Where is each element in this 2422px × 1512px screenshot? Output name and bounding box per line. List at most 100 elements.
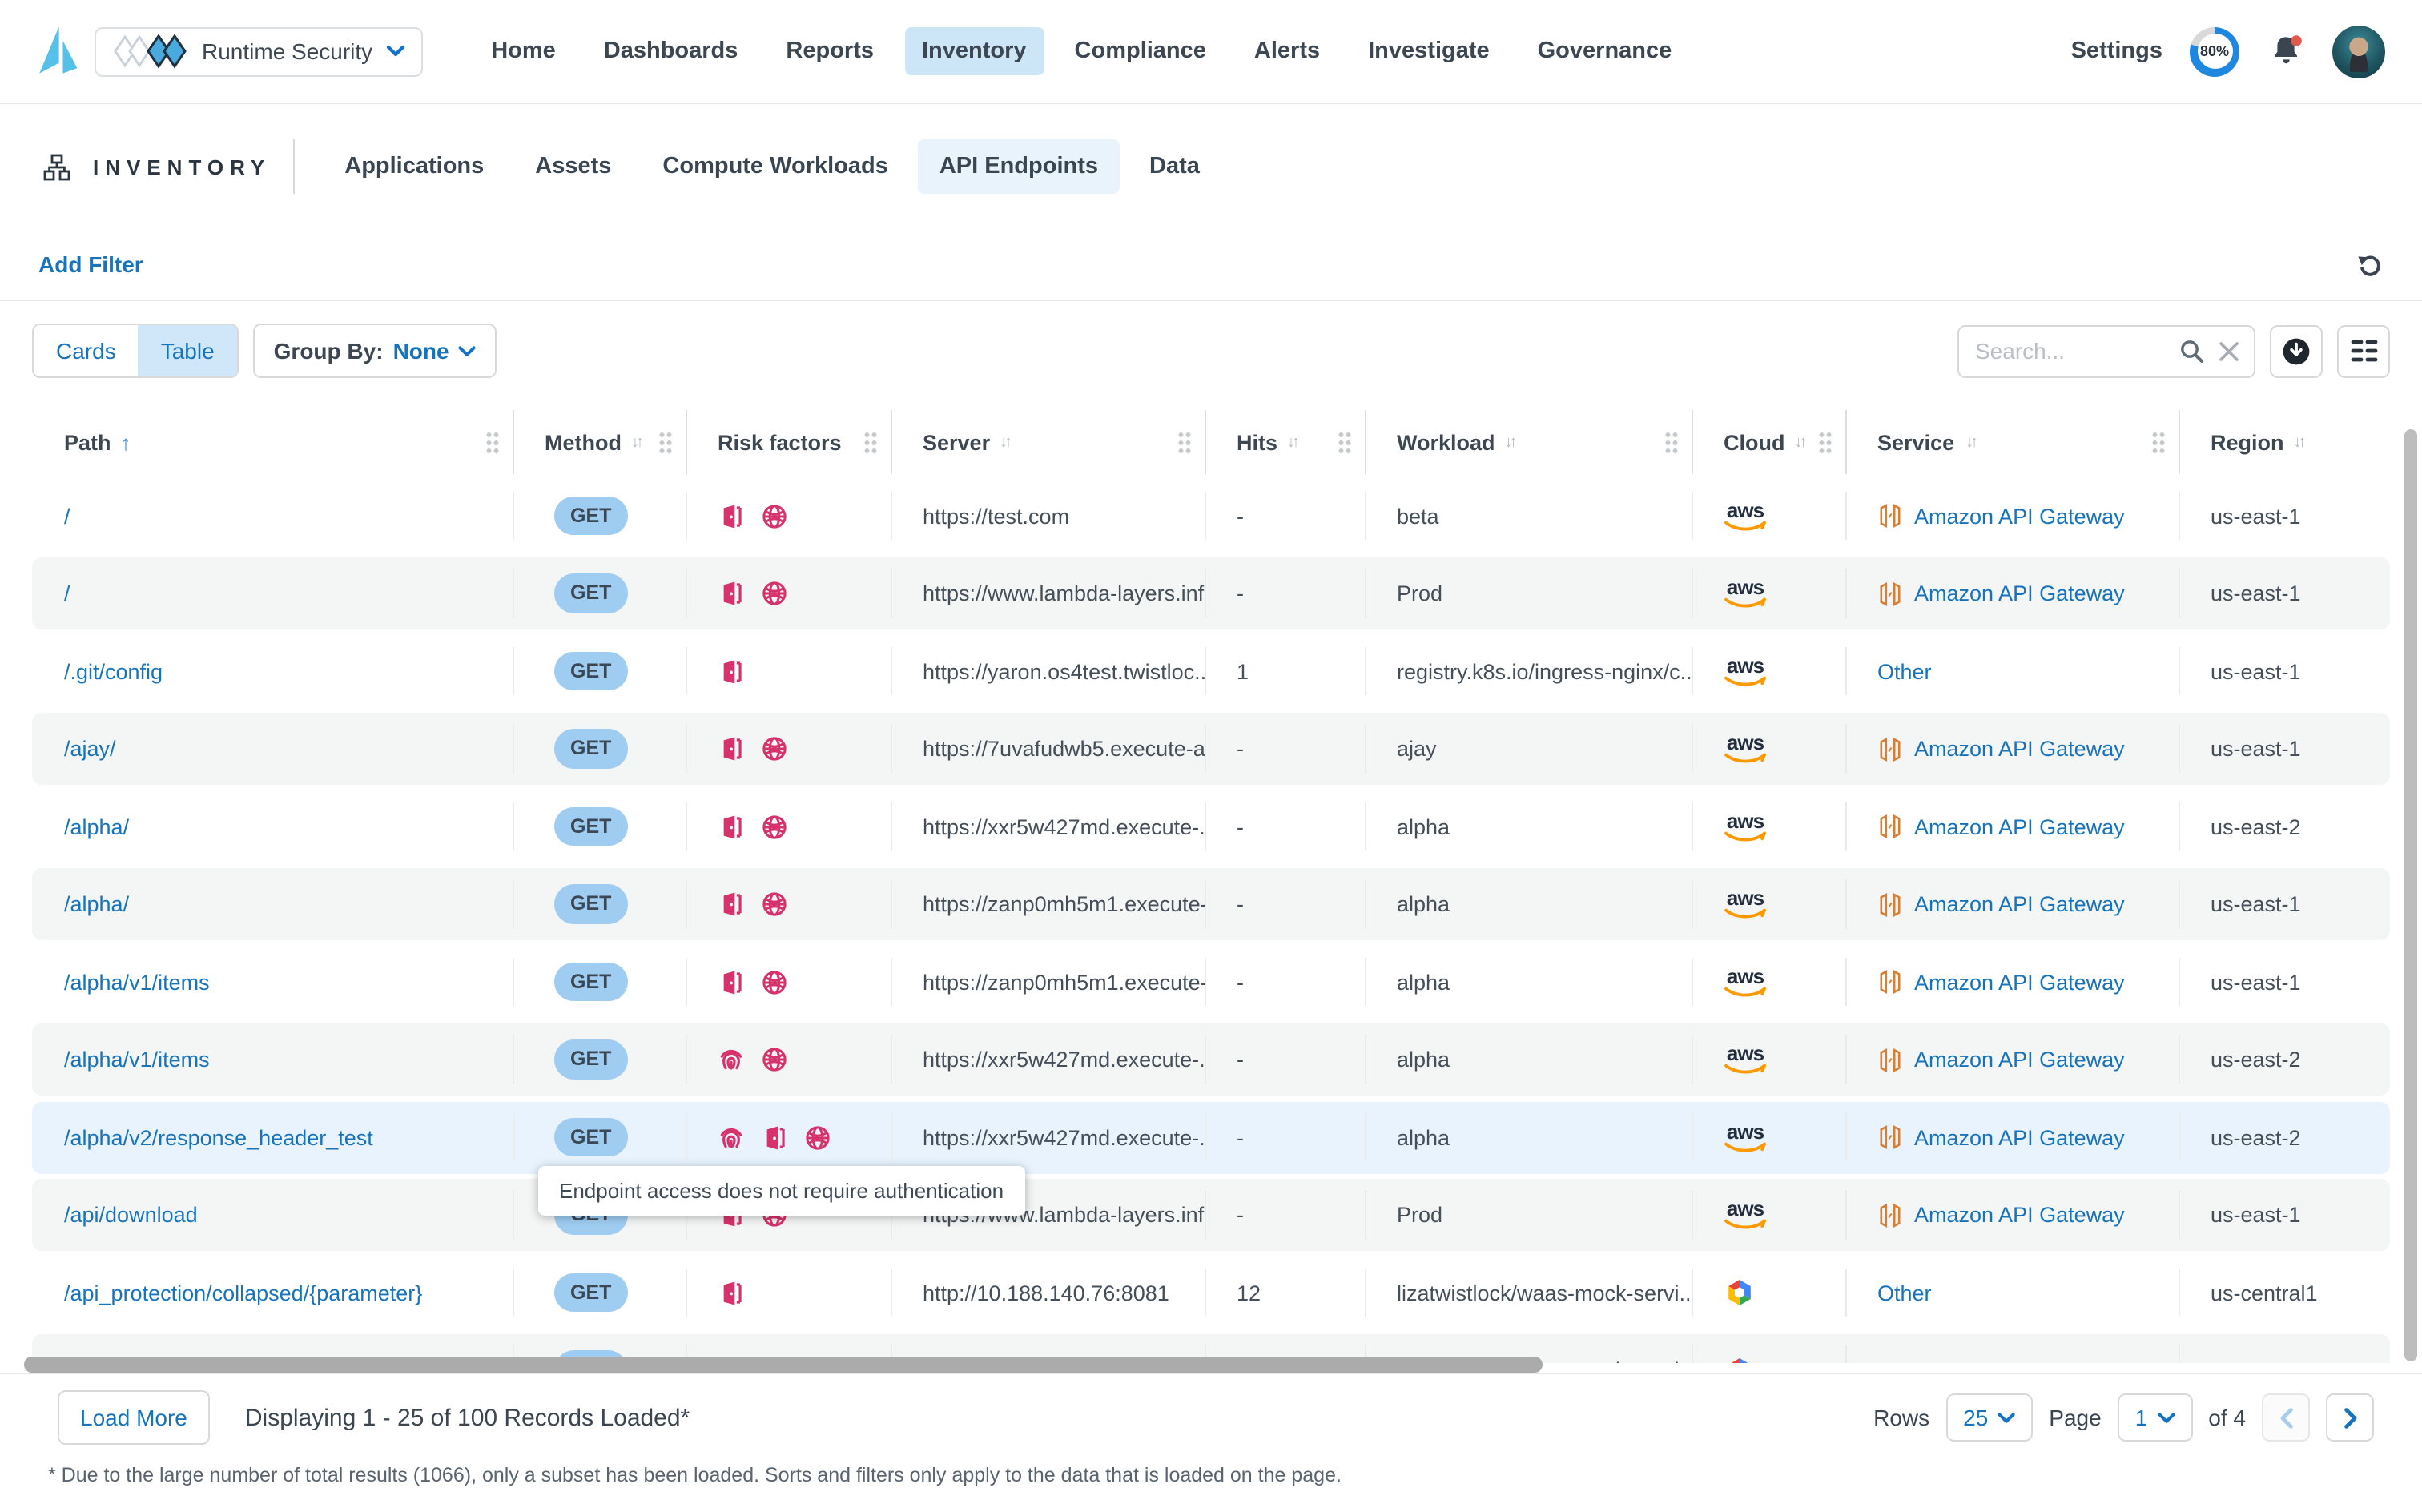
internet-exposed-globe-icon[interactable] [761, 580, 788, 607]
add-filter-button[interactable]: Add Filter [38, 251, 143, 277]
column-header-cloud[interactable]: Cloud ↓↑ [1692, 410, 1845, 474]
unauthenticated-door-icon[interactable] [718, 735, 745, 762]
table-row[interactable]: /GEThttps://test.com-betaawsAmazon API G… [32, 480, 2390, 552]
unauthenticated-door-icon[interactable] [718, 891, 745, 918]
settings-button[interactable]: Settings [2071, 38, 2162, 64]
service-link[interactable]: Amazon API Gateway [1914, 737, 2125, 761]
column-header-workload[interactable]: Workload ↓↑ [1365, 410, 1692, 474]
table-view-button[interactable]: Table [139, 325, 237, 376]
internet-exposed-globe-icon[interactable] [761, 1046, 788, 1073]
nav-item-home[interactable]: Home [473, 27, 573, 75]
path-link[interactable]: /alpha/ [64, 814, 129, 838]
column-drag-handle[interactable] [658, 431, 673, 453]
fingerprint-icon[interactable] [718, 1046, 745, 1073]
internet-exposed-globe-icon[interactable] [761, 813, 788, 840]
table-row[interactable]: /ajay/GEThttps://7uvafudwb5.execute-a...… [32, 713, 2390, 785]
service-link[interactable]: Amazon API Gateway [1914, 581, 2125, 605]
vertical-scrollbar-thumb[interactable] [2404, 429, 2417, 1361]
service-link[interactable]: Amazon API Gateway [1914, 970, 2125, 994]
nav-item-reports[interactable]: Reports [768, 27, 891, 75]
reset-filters-button[interactable] [2356, 251, 2384, 278]
column-header-region[interactable]: Region ↓↑ [2179, 410, 2390, 474]
nav-item-inventory[interactable]: Inventory [904, 27, 1044, 75]
table-row[interactable]: /alpha/GEThttps://zanp0mh5m1.execute-...… [32, 868, 2390, 940]
rows-per-page-dropdown[interactable]: 25 [1945, 1393, 2033, 1442]
unauthenticated-door-icon[interactable] [718, 813, 745, 840]
tab-assets[interactable]: Assets [514, 139, 632, 194]
group-by-dropdown[interactable]: Group By: None [253, 324, 497, 378]
column-drag-handle[interactable] [1818, 431, 1833, 453]
column-drag-handle[interactable] [2151, 431, 2166, 453]
table-row[interactable]: /api/downloadGEThttps://www.lambda-layer… [32, 1179, 2390, 1251]
path-link[interactable]: /alpha/ [64, 892, 129, 916]
column-drag-handle[interactable] [485, 431, 500, 453]
column-settings-button[interactable] [2337, 324, 2390, 377]
path-link[interactable]: /ajay/ [64, 737, 116, 761]
path-link[interactable]: / [64, 504, 70, 528]
column-drag-handle[interactable] [863, 431, 878, 453]
nav-item-compliance[interactable]: Compliance [1057, 27, 1224, 75]
unauthenticated-door-icon[interactable] [761, 1124, 788, 1151]
cards-view-button[interactable]: Cards [34, 325, 139, 376]
tab-data[interactable]: Data [1129, 139, 1221, 194]
unauthenticated-door-icon[interactable] [718, 657, 745, 685]
service-link[interactable]: Other [1877, 1281, 1932, 1305]
internet-exposed-globe-icon[interactable] [761, 891, 788, 918]
nav-item-alerts[interactable]: Alerts [1237, 27, 1338, 75]
user-avatar[interactable] [2332, 25, 2385, 78]
service-link[interactable]: Amazon API Gateway [1914, 892, 2125, 916]
service-link[interactable]: Other [1877, 659, 1932, 683]
column-header-server[interactable]: Server ↓↑ [891, 410, 1205, 474]
previous-page-button[interactable] [2262, 1393, 2310, 1442]
service-link[interactable]: Amazon API Gateway [1914, 1125, 2125, 1149]
service-link[interactable]: Amazon API Gateway [1914, 1203, 2125, 1227]
fingerprint-icon[interactable] [718, 1124, 745, 1151]
column-drag-handle[interactable] [1338, 431, 1352, 453]
notifications-button[interactable] [2267, 32, 2305, 70]
next-page-button[interactable] [2326, 1393, 2374, 1442]
path-link[interactable]: /alpha/v1/items [64, 1048, 210, 1072]
credits-progress-ring[interactable]: 80% [2190, 26, 2239, 76]
column-drag-handle[interactable] [1177, 431, 1192, 453]
tab-applications[interactable]: Applications [324, 139, 505, 194]
path-link[interactable]: /.git/config [64, 659, 163, 683]
tab-api-endpoints[interactable]: API Endpoints [919, 139, 1119, 194]
column-drag-handle[interactable] [1664, 431, 1679, 453]
table-row[interactable]: /.git/configGEThttps://yaron.os4test.twi… [32, 635, 2390, 707]
product-switcher[interactable]: Runtime Security [95, 26, 422, 76]
load-more-button[interactable]: Load More [58, 1390, 210, 1445]
path-link[interactable]: /api/download [64, 1203, 198, 1227]
service-link[interactable]: Amazon API Gateway [1914, 504, 2125, 528]
column-header-path[interactable]: Path ↑ [32, 410, 513, 474]
unauthenticated-door-icon[interactable] [718, 580, 745, 607]
path-link[interactable]: /api_protection/collapsed/{parameter} [64, 1281, 422, 1305]
page-dropdown[interactable]: 1 [2118, 1393, 2193, 1442]
service-link[interactable]: Amazon API Gateway [1914, 1048, 2125, 1072]
tab-compute-workloads[interactable]: Compute Workloads [642, 139, 908, 194]
table-row[interactable]: /alpha/GEThttps://xxr5w427md.execute-...… [32, 790, 2390, 863]
table-row[interactable]: /alpha/v1/itemsGEThttps://zanp0mh5m1.exe… [32, 946, 2390, 1018]
column-header-service[interactable]: Service ↓↑ [1845, 410, 2179, 474]
nav-item-investigate[interactable]: Investigate [1350, 27, 1507, 75]
search-icon[interactable] [2179, 337, 2206, 364]
path-link[interactable]: /alpha/v2/response_header_test [64, 1125, 373, 1149]
nav-item-governance[interactable]: Governance [1520, 27, 1690, 75]
column-header-method[interactable]: Method ↓↑ [513, 410, 686, 474]
search-input[interactable] [1972, 336, 2179, 365]
unauthenticated-door-icon[interactable] [718, 968, 745, 995]
internet-exposed-globe-icon[interactable] [804, 1124, 831, 1151]
unauthenticated-door-icon[interactable] [718, 502, 745, 529]
table-row[interactable]: /alpha/v1/itemsGEThttps://xxr5w427md.exe… [32, 1023, 2390, 1096]
path-link[interactable]: / [64, 581, 70, 605]
nav-item-dashboards[interactable]: Dashboards [586, 27, 756, 75]
internet-exposed-globe-icon[interactable] [761, 502, 788, 529]
internet-exposed-globe-icon[interactable] [761, 735, 788, 762]
unauthenticated-door-icon[interactable] [718, 1279, 745, 1306]
column-header-hits[interactable]: Hits ↓↑ [1205, 410, 1365, 474]
clear-search-icon[interactable] [2217, 339, 2241, 363]
horizontal-scrollbar-thumb[interactable] [24, 1357, 1543, 1373]
table-row[interactable]: /GEThttps://www.lambda-layers.info-Proda… [32, 557, 2390, 629]
column-header-risk-factors[interactable]: Risk factors [686, 410, 891, 474]
download-button[interactable] [2270, 324, 2323, 377]
table-row[interactable]: /alpha/v2/response_header_testGEThttps:/… [32, 1101, 2390, 1173]
